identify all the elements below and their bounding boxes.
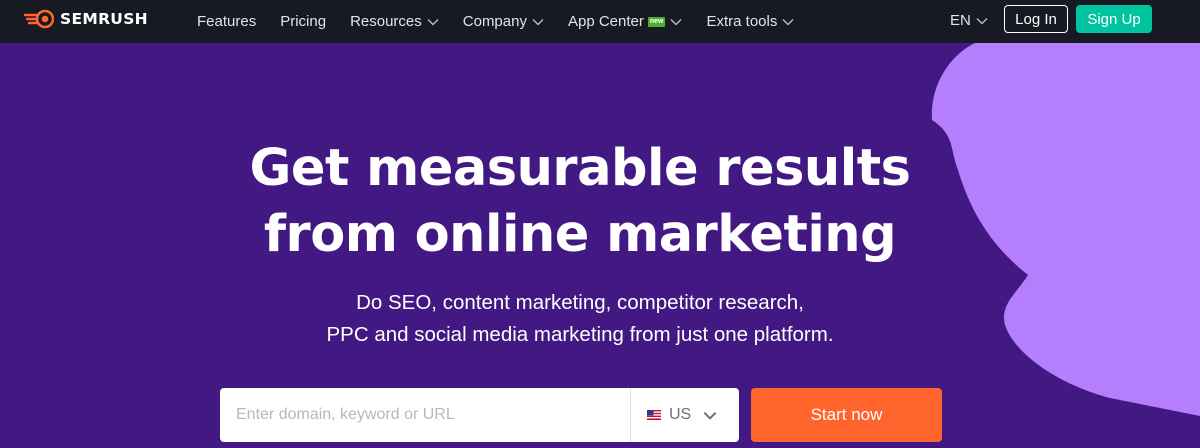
nav-item-resources[interactable]: Resources xyxy=(350,13,439,30)
language-label: EN xyxy=(950,12,971,29)
chevron-down-icon xyxy=(782,18,794,25)
chevron-down-icon xyxy=(670,18,682,25)
nav-item-app-center[interactable]: App Center new xyxy=(568,13,683,30)
chevron-down-icon xyxy=(532,18,544,25)
nav-item-label: App Center xyxy=(567,13,644,30)
hero-headline-line-2: from online marketing xyxy=(263,205,897,264)
language-selector[interactable]: EN xyxy=(950,12,988,29)
chevron-down-icon xyxy=(427,18,439,25)
nav-item-label: Extra tools xyxy=(706,13,778,30)
search-input[interactable] xyxy=(220,388,630,442)
chevron-down-icon xyxy=(976,17,988,24)
country-label: US xyxy=(669,406,692,423)
new-badge: new xyxy=(647,16,666,27)
nav-item-label: Company xyxy=(462,13,527,30)
login-button[interactable]: Log In xyxy=(1004,5,1068,33)
us-flag-icon xyxy=(647,410,661,420)
nav-item-label: Resources xyxy=(350,13,422,30)
main-menu: Features Pricing Resources Company App C… xyxy=(197,0,818,43)
start-now-button[interactable]: Start now xyxy=(751,388,942,442)
hero-subheadline: Do SEO, content marketing, competitor re… xyxy=(230,287,930,350)
nav-item-features[interactable]: Features xyxy=(197,13,256,30)
chevron-down-icon xyxy=(703,411,717,420)
nav-item-pricing[interactable]: Pricing xyxy=(280,13,326,30)
semrush-fireball-icon xyxy=(24,9,54,29)
nav-item-extra-tools[interactable]: Extra tools xyxy=(706,13,794,30)
hero-subheadline-line-1: Do SEO, content marketing, competitor re… xyxy=(356,291,804,314)
hero-headline-line-1: Get measurable results xyxy=(249,139,911,198)
brand-name: SEMRUSH xyxy=(60,10,148,28)
search-box: US xyxy=(220,388,739,442)
nav-item-company[interactable]: Company xyxy=(463,13,544,30)
nav-item-label: Pricing xyxy=(280,13,327,30)
hero-subheadline-line-2: PPC and social media marketing from just… xyxy=(326,322,834,346)
top-navigation: SEMRUSH Features Pricing Resources Compa… xyxy=(0,0,1200,43)
hero-headline: Get measurable results from online marke… xyxy=(200,136,960,268)
brand-logo[interactable]: SEMRUSH xyxy=(24,9,148,29)
country-selector[interactable]: US xyxy=(631,406,717,424)
signup-button[interactable]: Sign Up xyxy=(1076,5,1152,33)
nav-item-label: Features xyxy=(197,13,257,30)
